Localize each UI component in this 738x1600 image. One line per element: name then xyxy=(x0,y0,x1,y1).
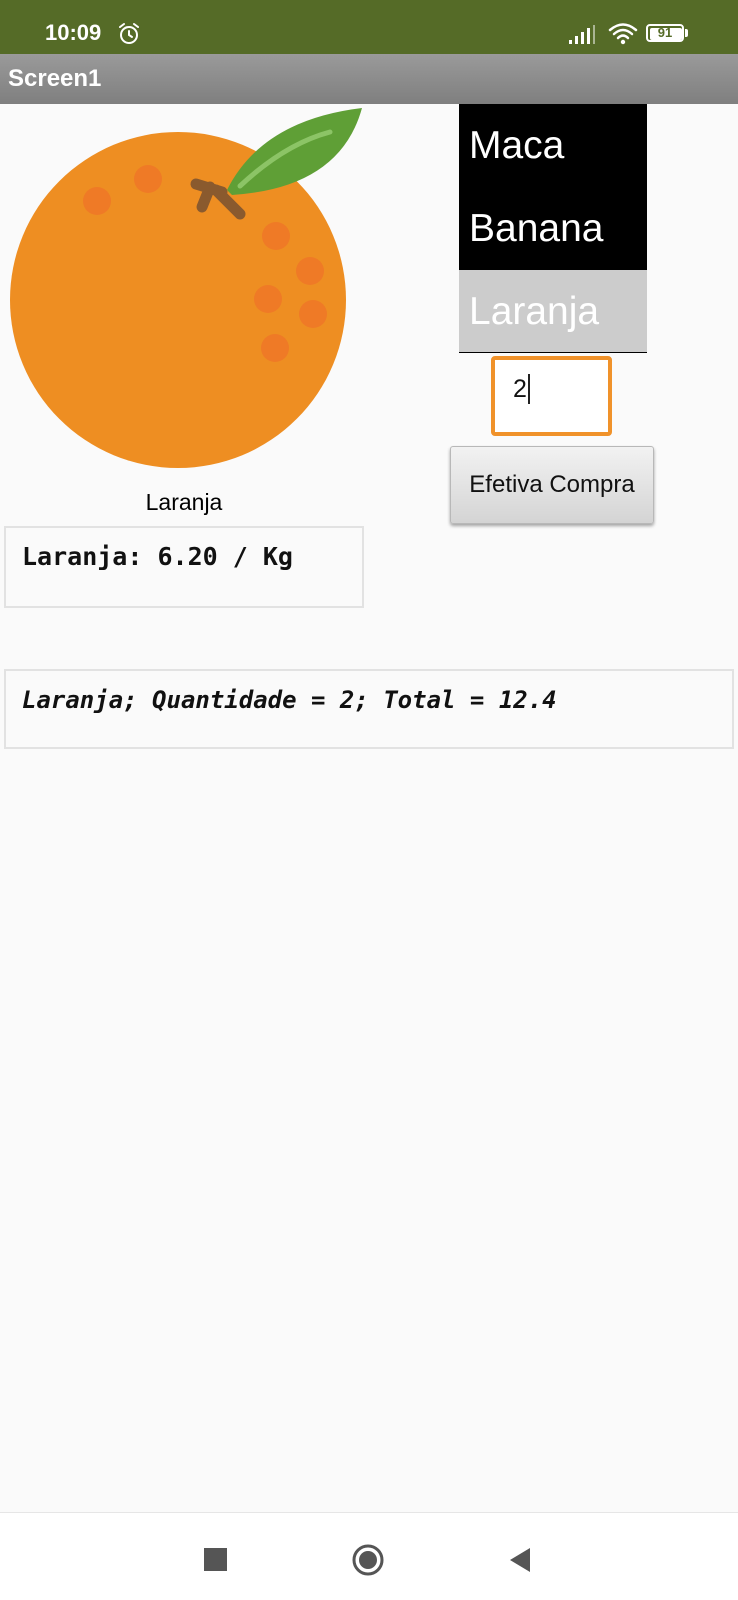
price-text: Laranja: 6.20 / Kg xyxy=(22,542,293,571)
battery-tip xyxy=(685,29,688,37)
back-icon[interactable] xyxy=(508,1546,532,1574)
price-display: Laranja: 6.20 / Kg xyxy=(4,526,364,608)
fruit-list-item[interactable]: Banana xyxy=(459,187,647,270)
quantity-value: 2 xyxy=(513,375,527,403)
purchase-button[interactable]: Efetiva Compra xyxy=(450,446,654,524)
title-bar: Screen1 xyxy=(0,54,738,104)
status-time: 10:09 xyxy=(45,20,102,45)
orange-fruit-image xyxy=(10,108,362,468)
alarm-icon xyxy=(119,23,139,44)
fruit-list-item[interactable]: Maca xyxy=(459,104,647,187)
battery-percentage: 91 xyxy=(657,25,673,40)
result-text: Laranja; Quantidade = 2; Total = 12.4 xyxy=(22,686,557,714)
home-icon[interactable] xyxy=(352,1544,384,1576)
fruit-list-item-selected[interactable]: Laranja xyxy=(459,270,647,353)
purchase-result-display: Laranja; Quantidade = 2; Total = 12.4 xyxy=(4,669,734,749)
signal-icon xyxy=(569,25,595,44)
fruit-list: Maca Banana Laranja xyxy=(459,104,647,353)
wifi-icon xyxy=(608,23,638,45)
battery-icon: 91 xyxy=(646,24,690,44)
quantity-input[interactable]: 2 xyxy=(491,356,612,436)
navigation-bar xyxy=(0,1512,738,1600)
status-bar: 10:09 91 xyxy=(0,0,738,54)
fruit-caption: Laranja xyxy=(145,489,223,515)
recents-icon[interactable] xyxy=(204,1548,227,1571)
screen-title: Screen1 xyxy=(8,65,102,92)
text-cursor xyxy=(528,374,530,404)
